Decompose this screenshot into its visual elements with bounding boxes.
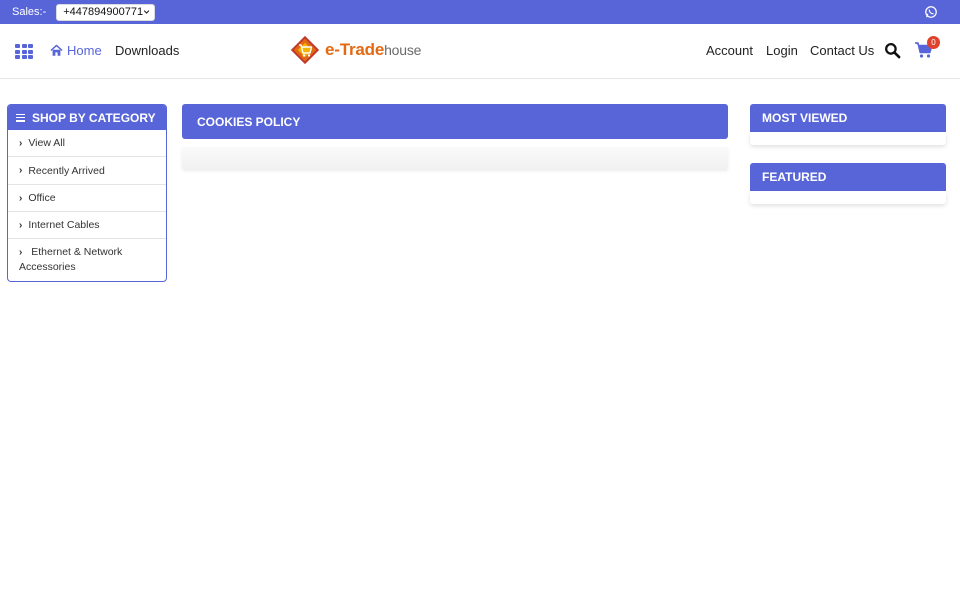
logo-cart-icon — [290, 35, 320, 65]
search-icon[interactable] — [884, 42, 901, 59]
category-item-label: Internet Cables — [28, 219, 100, 231]
sales-phone-value: +447894900771 — [63, 6, 144, 18]
featured-title: FEATURED — [762, 170, 827, 184]
category-item-label: View All — [28, 137, 65, 149]
category-item-label: Recently Arrived — [28, 164, 105, 177]
category-item-view-all[interactable]: › View All — [8, 130, 166, 157]
featured-body — [750, 191, 946, 204]
category-panel-title: SHOP BY CATEGORY — [32, 110, 156, 125]
chevron-right-icon: › — [19, 219, 23, 231]
nav-downloads-link[interactable]: Downloads — [115, 43, 179, 58]
page-content-area — [182, 147, 728, 169]
site-header: Home Downloads e-Tradehouse Account Logi… — [0, 24, 960, 79]
category-panel-header: SHOP BY CATEGORY — [8, 105, 166, 130]
most-viewed-body — [750, 132, 946, 145]
home-icon — [50, 44, 63, 56]
category-item-office[interactable]: › Office — [8, 185, 166, 212]
page-title-bar: COOKIES POLICY — [182, 104, 728, 139]
category-item-label: Office — [28, 192, 56, 204]
most-viewed-box: MOST VIEWED — [750, 104, 946, 145]
category-item-recently-arrived[interactable]: › Recently Arrived — [8, 157, 166, 185]
sales-phone-select[interactable]: +447894900771 — [56, 3, 156, 21]
chevron-down-icon — [144, 10, 150, 14]
nav-contact-link[interactable]: Contact Us — [810, 43, 874, 58]
category-panel: SHOP BY CATEGORY › View All › Recently A… — [7, 104, 167, 282]
cart-count-badge: 0 — [927, 36, 940, 49]
featured-header: FEATURED — [750, 163, 946, 191]
nav-home-link[interactable]: Home — [50, 43, 102, 58]
grid-menu-icon[interactable] — [15, 44, 33, 60]
chevron-right-icon: › — [19, 247, 23, 258]
whatsapp-icon[interactable] — [924, 5, 938, 19]
most-viewed-header: MOST VIEWED — [750, 104, 946, 132]
most-viewed-title: MOST VIEWED — [762, 111, 848, 125]
sales-label: Sales:- — [12, 6, 47, 18]
logo-text: e-Tradehouse — [325, 40, 422, 59]
chevron-right-icon: › — [19, 192, 23, 204]
chevron-right-icon: › — [19, 165, 23, 176]
nav-account-link[interactable]: Account — [706, 43, 753, 58]
site-logo[interactable]: e-Tradehouse — [288, 32, 428, 68]
category-item-ethernet-network[interactable]: › Ethernet & Network Accessories — [8, 239, 166, 281]
category-item-label: Ethernet & Network Accessories — [19, 246, 123, 273]
nav-home-label: Home — [67, 43, 102, 58]
list-icon — [16, 113, 25, 122]
top-bar: Sales:- +447894900771 — [0, 0, 960, 24]
page-title: COOKIES POLICY — [197, 114, 301, 129]
nav-login-link[interactable]: Login — [766, 43, 798, 58]
category-item-internet-cables[interactable]: › Internet Cables — [8, 212, 166, 239]
featured-box: FEATURED — [750, 163, 946, 204]
chevron-right-icon: › — [19, 137, 23, 149]
